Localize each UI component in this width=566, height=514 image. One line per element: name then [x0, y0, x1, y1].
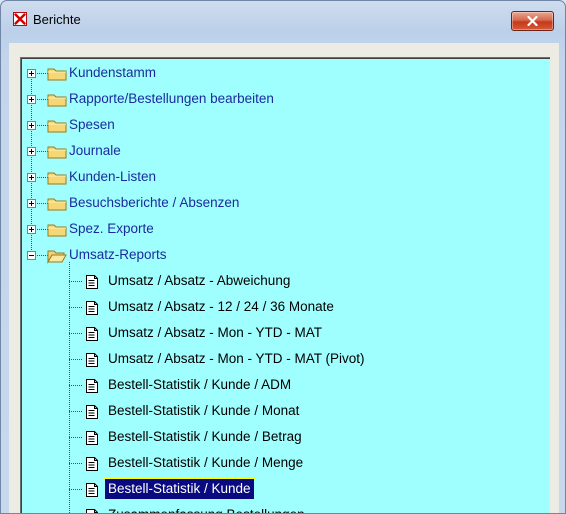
tree-report-item[interactable]: Umsatz / Absatz - Mon - YTD - MAT (Pivot…	[21, 346, 550, 372]
tree-folder-label: Kundenstamm	[69, 65, 157, 80]
tree-report-label: Bestell-Statistik / Kunde / Betrag	[108, 429, 302, 444]
tree-folder-item[interactable]: Besuchsberichte / Absenzen	[21, 190, 550, 216]
tree-report-label: Umsatz / Absatz - Abweichung	[108, 273, 291, 288]
tree-report-label: Bestell-Statistik / Kunde / ADM	[108, 377, 292, 392]
tree-connector-line	[69, 385, 83, 386]
title-bar[interactable]: Berichte	[1, 1, 565, 35]
tree-report-item[interactable]: Umsatz / Absatz - Mon - YTD - MAT	[21, 320, 550, 346]
expand-icon[interactable]	[27, 95, 36, 104]
tree-connector-line	[69, 307, 83, 308]
expand-icon[interactable]	[27, 147, 36, 156]
tree-report-label: Umsatz / Absatz - 12 / 24 / 36 Monate	[108, 299, 334, 314]
collapse-icon[interactable]	[27, 251, 36, 260]
expand-icon[interactable]	[27, 225, 36, 234]
tree-connector-line	[69, 437, 83, 438]
tree-report-item[interactable]: Zusammenfassung Bestellungen	[21, 502, 550, 513]
tree-report-label: Umsatz / Absatz - Mon - YTD - MAT (Pivot…	[108, 351, 365, 366]
close-icon	[527, 16, 538, 26]
tree-report-label: Umsatz / Absatz - Mon - YTD - MAT	[108, 325, 323, 340]
tree-folder-item[interactable]: Spez. Exporte	[21, 216, 550, 242]
tree-connector-line	[69, 281, 83, 282]
expand-icon[interactable]	[27, 121, 36, 130]
expand-icon[interactable]	[27, 69, 36, 78]
tree-folder-label: Spesen	[69, 117, 115, 132]
app-icon	[13, 12, 27, 26]
close-button[interactable]	[511, 11, 554, 31]
tree-report-label: Bestell-Statistik / Kunde / Menge	[108, 455, 304, 470]
tree-connector-line	[69, 411, 83, 412]
tree-report-label: Bestell-Statistik / Kunde	[104, 478, 255, 500]
tree-folder-label: Rapporte/Bestellungen bearbeiten	[69, 91, 274, 106]
tree-connector-line	[69, 489, 83, 490]
tree-folder-label: Besuchsberichte / Absenzen	[69, 195, 240, 210]
tree-report-item[interactable]: Bestell-Statistik / Kunde / Menge	[21, 450, 550, 476]
tree-report-item[interactable]: Umsatz / Absatz - Abweichung	[21, 268, 550, 294]
tree-folder-item[interactable]: Spesen	[21, 112, 550, 138]
tree-report-item[interactable]: Bestell-Statistik / Kunde / ADM	[21, 372, 550, 398]
tree-report-item[interactable]: Bestell-Statistik / Kunde / Betrag	[21, 424, 550, 450]
expand-icon[interactable]	[27, 199, 36, 208]
tree-report-label: Bestell-Statistik / Kunde / Monat	[108, 403, 300, 418]
tree-connector-line	[69, 333, 83, 334]
report-tree[interactable]: Kundenstamm Rapporte/Bestellungen bearbei…	[20, 57, 550, 513]
report-document-icon	[85, 507, 99, 513]
tree-folder-label: Spez. Exporte	[69, 221, 154, 236]
tree-folder-item[interactable]: Umsatz-Reports	[21, 242, 550, 268]
tree-report-item[interactable]: Bestell-Statistik / Kunde	[21, 476, 550, 502]
tree-folder-label: Journale	[69, 143, 121, 158]
tree-folder-label: Umsatz-Reports	[69, 247, 167, 262]
tree-folder-item[interactable]: Kunden-Listen	[21, 164, 550, 190]
report-window: Berichte Kundenstamm Rapporte/Bestellunge…	[0, 0, 566, 514]
tree-folder-label: Kunden-Listen	[69, 169, 157, 184]
expand-icon[interactable]	[27, 173, 36, 182]
tree-report-item[interactable]: Umsatz / Absatz - 12 / 24 / 36 Monate	[21, 294, 550, 320]
tree-folder-item[interactable]: Journale	[21, 138, 550, 164]
tree-folder-item[interactable]: Rapporte/Bestellungen bearbeiten	[21, 86, 550, 112]
tree-connector-line	[69, 463, 83, 464]
tree-connector-line	[69, 359, 83, 360]
tree-report-label: Zusammenfassung Bestellungen	[108, 502, 305, 513]
window-title: Berichte	[33, 12, 81, 27]
tree-folder-item[interactable]: Kundenstamm	[21, 60, 550, 86]
tree-report-item[interactable]: Bestell-Statistik / Kunde / Monat	[21, 398, 550, 424]
